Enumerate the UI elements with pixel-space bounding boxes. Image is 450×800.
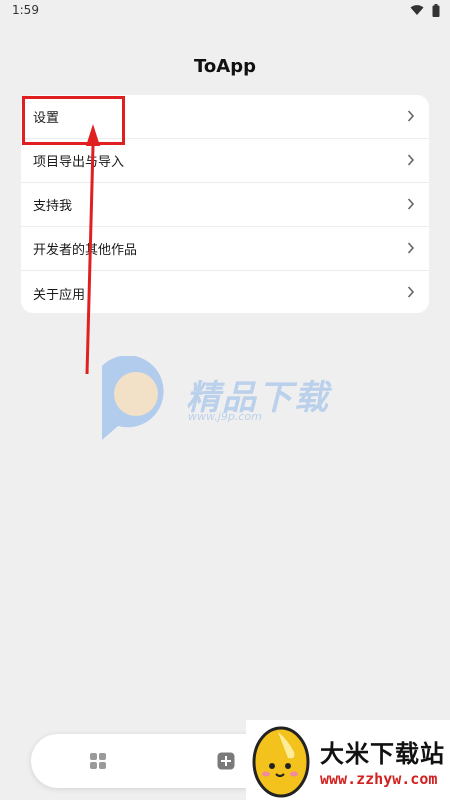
watermark-logo-icon bbox=[102, 356, 164, 440]
add-icon[interactable] bbox=[217, 752, 235, 770]
egg-logo-icon bbox=[252, 726, 310, 798]
watermark-corner-title: 大米下载站 bbox=[320, 740, 445, 768]
grid-icon[interactable] bbox=[89, 752, 107, 770]
watermark-url: www.j9p.com bbox=[188, 410, 262, 423]
watermark-corner: 大米下载站 www.zzhyw.com bbox=[246, 720, 450, 800]
watermark-corner-url: www.zzhyw.com bbox=[320, 770, 438, 788]
